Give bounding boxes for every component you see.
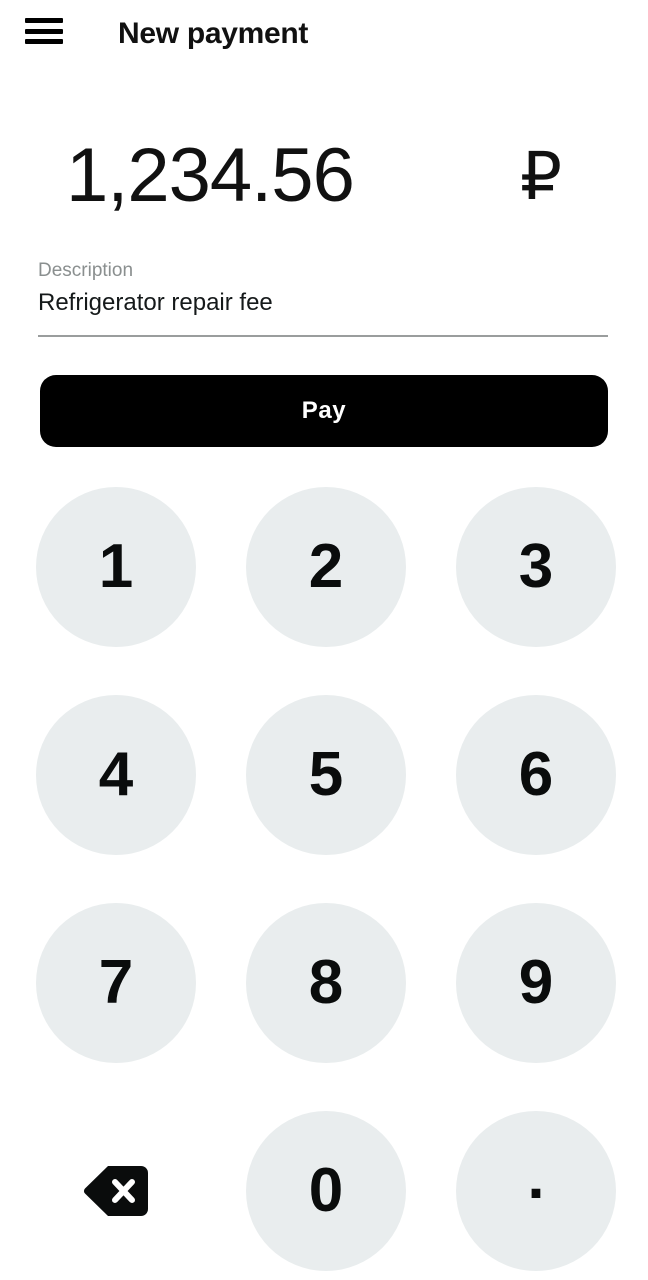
description-underline [38,335,608,337]
key-2[interactable]: 2 [246,487,406,647]
description-label: Description [38,260,134,281]
description-field[interactable]: Description Refrigerator repair fee [38,258,610,337]
key-0[interactable]: 0 [246,1111,406,1271]
hamburger-menu-icon[interactable] [25,14,65,48]
backspace-icon [83,1166,148,1216]
key-5[interactable]: 5 [246,695,406,855]
pay-button[interactable]: Pay [40,375,608,447]
key-7[interactable]: 7 [36,903,196,1063]
hamburger-bar-1 [25,18,63,23]
key-3[interactable]: 3 [456,487,616,647]
description-input[interactable]: Refrigerator repair fee [38,286,610,320]
currency-symbol: ₽ [520,139,562,213]
key-1[interactable]: 1 [36,487,196,647]
key-9[interactable]: 9 [456,903,616,1063]
page-title: New payment [118,17,309,50]
amount-value[interactable]: 1,234.56 [66,126,355,226]
key-decimal[interactable]: . [456,1111,616,1271]
amount-display: 1,234.56 ₽ [0,126,648,226]
hamburger-bar-2 [25,28,63,34]
key-4[interactable]: 4 [36,695,196,855]
key-8[interactable]: 8 [246,903,406,1063]
app-header: New payment [0,0,648,72]
hamburger-bar-3 [25,39,63,44]
numeric-keypad: 123 456 7890. [0,487,648,1271]
key-backspace[interactable] [36,1111,196,1271]
key-6[interactable]: 6 [456,695,616,855]
